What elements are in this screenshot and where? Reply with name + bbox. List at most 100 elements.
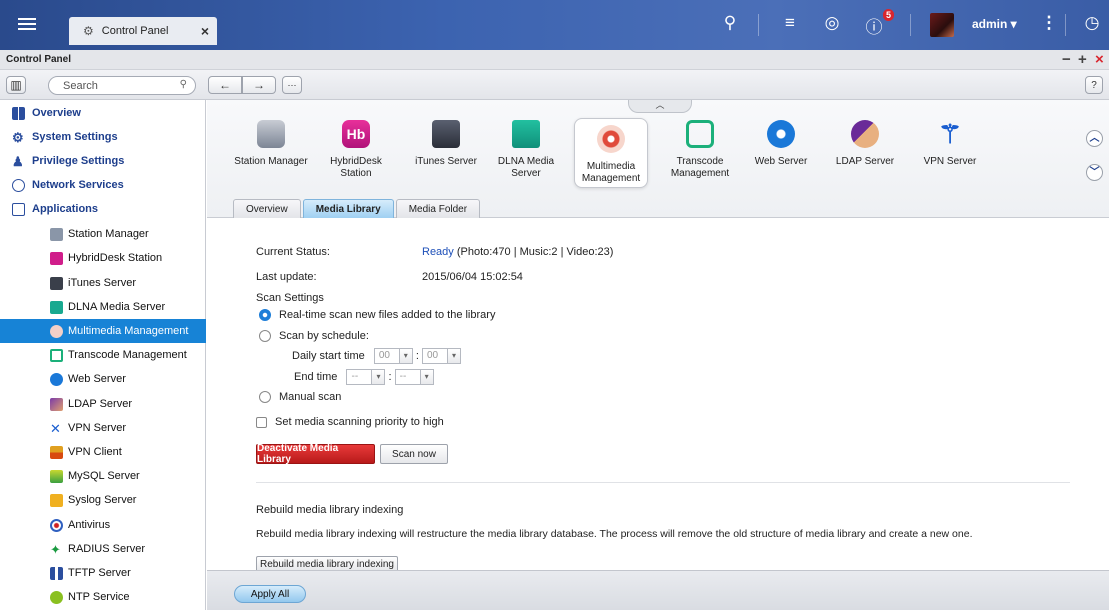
sidebar-item-label: RADIUS Server: [68, 543, 146, 555]
app-station-manager[interactable]: Station Manager: [232, 118, 310, 168]
sidebar-item-vpn-server[interactable]: ✕ VPN Server: [0, 416, 206, 440]
sidebar-item-privilege-settings[interactable]: ♟ Privilege Settings: [0, 149, 206, 173]
option-manual-scan[interactable]: Manual scan: [259, 391, 342, 404]
chevron-down-icon[interactable]: ▾: [447, 348, 461, 364]
chevron-down-icon[interactable]: ▾: [399, 348, 413, 364]
external-device-icon[interactable]: ◎: [820, 13, 844, 33]
app-transcode-management[interactable]: Transcode Management: [661, 118, 739, 180]
sidebar-item-radius-server[interactable]: ✦ RADIUS Server: [0, 537, 206, 561]
scroll-up-button[interactable]: ︿: [1086, 130, 1103, 147]
window-title: Control Panel: [6, 54, 72, 65]
priority-checkbox[interactable]: [256, 416, 267, 428]
search-icon[interactable]: ⚲: [718, 13, 742, 33]
sidebar-item-station-manager[interactable]: Station Manager: [0, 222, 206, 246]
user-menu[interactable]: admin ▾: [972, 17, 1017, 31]
top-bar: ⚙ Control Panel × ⚲ ≡ ◎ ⓘ 5 admin ▾ ⋮ ◷: [0, 0, 1109, 50]
app-label: Station Manager: [234, 156, 308, 167]
close-window-icon[interactable]: ×: [1095, 51, 1104, 68]
background-tasks-icon[interactable]: ≡: [778, 13, 802, 33]
overview-icon: [12, 106, 25, 120]
app-itunes-server[interactable]: iTunes Server: [407, 118, 485, 168]
sidebar-item-ntp-service[interactable]: NTP Service: [0, 585, 206, 609]
sidebar-item-transcode-management[interactable]: Transcode Management: [0, 343, 206, 367]
app-web-server[interactable]: Web Server: [742, 118, 820, 168]
sidebar-item-overview[interactable]: Overview: [0, 101, 206, 125]
avatar[interactable]: [930, 13, 954, 37]
app-label: iTunes Server: [415, 156, 477, 167]
option-label: Manual scan: [279, 391, 342, 403]
radio-scan-by-schedule[interactable]: [259, 330, 271, 343]
status-detail: (Photo:470 | Music:2 | Video:23): [453, 246, 614, 258]
status-label: Current Status:: [256, 246, 330, 258]
more-options-icon[interactable]: ⋮: [1037, 13, 1061, 33]
sidebar-item-vpn-client[interactable]: VPN Client: [0, 440, 206, 464]
close-tab-icon[interactable]: ×: [201, 23, 209, 39]
sidebar-item-dlna-media-server[interactable]: DLNA Media Server: [0, 295, 206, 319]
help-button[interactable]: ?: [1085, 76, 1103, 94]
sidebar-item-label: iTunes Server: [68, 277, 137, 289]
sidebar-item-syslog-server[interactable]: Syslog Server: [0, 488, 206, 512]
app-vpn-server[interactable]: ⚚ VPN Server: [911, 118, 989, 168]
window-titlebar: Control Panel − + ×: [0, 50, 1109, 70]
app-label: VPN Server: [923, 156, 977, 167]
mysql-icon: [50, 469, 63, 483]
collapse-iconbar-button[interactable]: ︿: [628, 100, 692, 113]
sidebar-item-web-server[interactable]: Web Server: [0, 367, 206, 391]
tab-media-folder[interactable]: Media Folder: [395, 199, 481, 218]
end-hour-select[interactable]: --: [346, 369, 373, 385]
sidebar-item-itunes-server[interactable]: iTunes Server: [0, 271, 206, 295]
end-time-row: End time -- ▾ : -- ▾: [292, 369, 434, 385]
app-dlna-media-server[interactable]: DLNA Media Server: [487, 118, 565, 180]
notification-icon[interactable]: ⓘ 5: [862, 9, 894, 38]
window-tab-control-panel[interactable]: ⚙ Control Panel ×: [69, 17, 217, 45]
minimize-icon[interactable]: −: [1062, 51, 1071, 68]
grid-icon: ⋯: [287, 79, 297, 90]
rebuild-description: Rebuild media library indexing will rest…: [256, 528, 973, 540]
sidebar-item-tftp-server[interactable]: TFTP Server: [0, 561, 206, 585]
sidebar-item-antivirus[interactable]: Antivirus: [0, 513, 206, 537]
deactivate-media-library-button[interactable]: Deactivate Media Library: [256, 443, 375, 465]
sidebar-item-multimedia-management[interactable]: Multimedia Management: [0, 319, 206, 343]
tab-media-library[interactable]: Media Library: [302, 199, 394, 218]
app-grid-button[interactable]: ⋯: [282, 76, 302, 94]
app-multimedia-management[interactable]: Multimedia Management: [574, 118, 648, 188]
dashboard-icon[interactable]: ◷: [1080, 13, 1104, 33]
app-label: DLNA Media: [497, 156, 555, 167]
search-icon: ⚲: [179, 79, 187, 90]
sidebar-item-system-settings[interactable]: ⚙ System Settings: [0, 125, 206, 149]
dlna-icon: [512, 120, 540, 148]
maximize-icon[interactable]: +: [1078, 51, 1087, 68]
sidebar-item-mysql-server[interactable]: MySQL Server: [0, 464, 206, 488]
start-minute-select[interactable]: 00: [421, 348, 448, 364]
priority-checkbox-row[interactable]: Set media scanning priority to high: [256, 416, 444, 428]
forward-button[interactable]: →: [242, 76, 276, 94]
start-hour-select[interactable]: 00: [373, 348, 400, 364]
app-label: Transcode: [676, 156, 724, 167]
option-realtime-scan[interactable]: Real-time scan new files added to the li…: [259, 309, 495, 322]
scroll-down-button[interactable]: ﹀: [1086, 164, 1103, 181]
sidebar-toggle-button[interactable]: ▥: [6, 76, 26, 94]
sidebar-item-applications[interactable]: Applications: [0, 197, 206, 221]
sidebar-item-hybriddesk-station[interactable]: HybridDesk Station: [0, 246, 206, 270]
sidebar-item-label: LDAP Server: [68, 398, 132, 410]
apply-all-button[interactable]: Apply All: [234, 585, 306, 603]
chevron-down-icon[interactable]: ▾: [372, 369, 386, 385]
sidebar-item-ldap-server[interactable]: LDAP Server: [0, 392, 206, 416]
chevron-down-icon[interactable]: ▾: [420, 369, 434, 385]
scan-now-button[interactable]: Scan now: [380, 444, 448, 464]
sidebar-item-label: VPN Server: [68, 422, 127, 434]
search-input[interactable]: Search ⚲: [48, 76, 196, 95]
sidebar-item-label: Transcode Management: [68, 349, 187, 361]
app-ldap-server[interactable]: LDAP Server: [826, 118, 904, 168]
option-scan-by-schedule[interactable]: Scan by schedule:: [259, 330, 369, 343]
tab-overview[interactable]: Overview: [233, 199, 301, 218]
main-menu-button[interactable]: [10, 8, 44, 40]
sidebar-item-label: Privilege Settings: [32, 155, 125, 167]
app-hybriddesk-station[interactable]: Hb HybridDesk Station: [317, 118, 395, 180]
radio-realtime-scan[interactable]: [259, 309, 271, 322]
sidebar-item-network-services[interactable]: Network Services: [0, 173, 206, 197]
back-button[interactable]: ←: [208, 76, 242, 94]
radio-manual-scan[interactable]: [259, 391, 271, 404]
chevron-up-icon: ︿: [655, 100, 665, 110]
end-minute-select[interactable]: --: [394, 369, 421, 385]
